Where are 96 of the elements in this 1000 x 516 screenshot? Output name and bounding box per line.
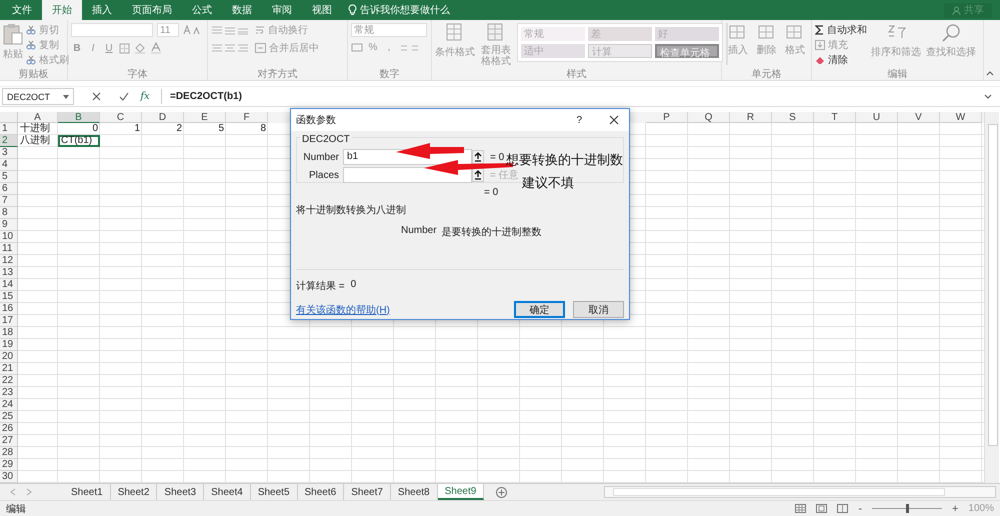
function-description: 将十进制数转换为八进制 [296,204,407,217]
clear-button[interactable]: 清除 [815,53,867,66]
group-label: 数字 [378,68,400,80]
column-header[interactable]: U [856,112,898,123]
column-header[interactable]: S [772,112,814,123]
table-cell-text: 0 [92,123,99,135]
row-header[interactable]: 19 [0,339,18,351]
column-header[interactable]: W [940,112,982,123]
menu-tab[interactable]: 插入 [82,0,122,20]
column-header[interactable]: R [730,112,772,123]
row-header[interactable]: 2 [0,135,18,147]
column-header[interactable]: D [142,112,184,123]
menu-tab[interactable]: 视图 [302,0,342,20]
row-header[interactable]: 14 [0,279,18,291]
insert-function-button[interactable]: fx [137,91,153,102]
row-header[interactable]: 5 [0,171,18,183]
group-label: 剪贴板 [18,68,50,80]
dialog-button[interactable]: 确定 [514,301,565,318]
row-header[interactable]: 29 [0,459,18,471]
table-cell-text: 八进制 [19,135,51,147]
menu-tab[interactable]: 数据 [222,0,262,20]
row-header[interactable]: 10 [0,231,18,243]
row-header[interactable]: 30 [0,471,18,483]
formula-field[interactable]: =DEC2OCT(b1) [161,89,976,104]
column-header[interactable]: A [18,112,58,123]
row-header[interactable]: 17 [0,315,18,327]
zoom-out-button[interactable]: - [858,502,862,514]
row-header[interactable]: 11 [0,243,18,255]
help-button[interactable]: ? [576,114,582,126]
table-cell: CT(b1) [58,135,100,147]
row-header[interactable]: 28 [0,447,18,459]
column-header[interactable]: C [100,112,142,123]
argument-result: = 0 [490,152,504,162]
row-header[interactable]: 26 [0,423,18,435]
zoom-level: 100% [968,503,994,514]
formula-result: = 0 [484,187,500,198]
menu-tab[interactable]: 页面布局 [122,0,182,20]
table-cell-text: 2 [175,123,183,135]
row-header[interactable]: 20 [0,351,18,363]
argument-name: Number [401,225,437,238]
argument-label: Number [302,152,339,162]
group-label: 样式 [566,68,588,80]
argument-result: = 任意 [490,168,519,182]
column-header[interactable]: F [226,112,268,123]
sheet-tab[interactable]: Sheet9 [438,484,484,500]
row-header[interactable]: 21 [0,363,18,375]
column-header[interactable]: T [814,112,856,123]
column-header[interactable]: P [646,112,688,123]
row-header[interactable]: 9 [0,219,18,231]
dialog-title: 函数参数 [296,114,337,127]
table-cell-text: 1 [133,123,141,135]
argument-description: 是要转换的十进制整数 [442,226,542,239]
column-header[interactable]: E [184,112,226,123]
autosum-button[interactable]: 自动求和 [815,23,867,36]
column-header[interactable]: B [58,112,100,123]
group-label: 编辑 [886,68,908,80]
table-cell-text: 8 [259,123,267,135]
column-header[interactable]: Q [688,112,730,123]
name-box[interactable]: DEC2OCT [2,88,74,105]
annotation-text: 建议不填 [522,174,574,192]
table-cell-text: 5 [217,123,225,135]
result-label: 计算结果 = [296,280,345,293]
group-label: 字体 [126,68,148,80]
menu-tab[interactable]: 审阅 [262,0,302,20]
tell-me-search[interactable]: 告诉我你想要做什么 [360,3,450,17]
row-header[interactable]: 4 [0,159,18,171]
row-header[interactable]: 22 [0,375,18,387]
row-header[interactable]: 18 [0,327,18,339]
result-value: 0 [350,279,356,292]
zoom-in-button[interactable]: + [952,502,958,514]
row-header[interactable]: 8 [0,207,18,219]
row-header[interactable]: 6 [0,183,18,195]
menu-tab[interactable]: 公式 [182,0,222,20]
row-header[interactable]: 25 [0,411,18,423]
row-header[interactable]: 7 [0,195,18,207]
row-header[interactable]: 15 [0,291,18,303]
row-header[interactable]: 12 [0,255,18,267]
column-header[interactable]: V [898,112,940,123]
row-header[interactable]: 13 [0,267,18,279]
annotation-text: 想要转换的十进制数 [506,151,623,169]
help-link[interactable]: 有关该函数的帮助(H) [296,302,390,316]
table-cell-text: 十进制 [19,123,51,134]
row-header[interactable]: 16 [0,303,18,315]
argument-label: Places [308,170,339,180]
row-header[interactable]: 24 [0,399,18,411]
status-mode: 编辑 [6,502,26,516]
function-name: DEC2OCT [300,134,352,145]
menu-tab[interactable]: 文件 [2,0,42,20]
group-label: 单元格 [750,68,782,80]
row-header[interactable]: 23 [0,387,18,399]
row-header[interactable]: 27 [0,435,18,447]
group-label: 对齐方式 [256,68,298,80]
menu-tab[interactable]: 开始 [42,0,82,20]
dialog-button[interactable]: 取消 [573,301,624,318]
row-header[interactable]: 3 [0,147,18,159]
row-header[interactable]: 1 [0,123,18,135]
